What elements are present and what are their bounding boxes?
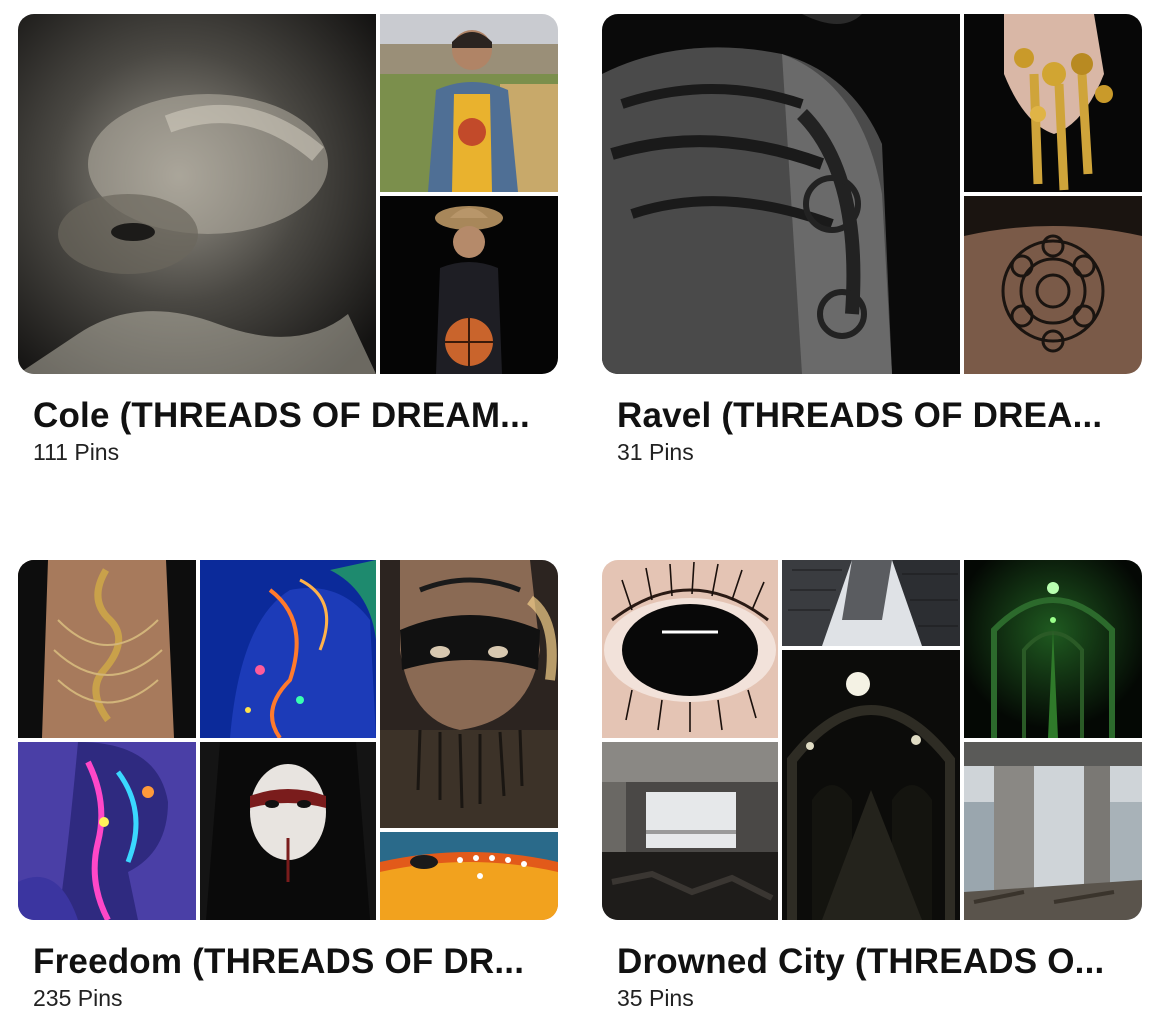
board-pin-count: 31 Pins xyxy=(617,439,694,465)
board-card-ravel[interactable]: Ravel (THREADS OF DREA... 31 Pins xyxy=(602,14,1142,465)
board-title[interactable]: Drowned City (THREADS O... xyxy=(617,942,1127,982)
board-cover-image-top-right xyxy=(380,14,558,192)
board-pin-count: 111 Pins xyxy=(33,439,120,465)
board-cover-image-3 xyxy=(964,560,1142,738)
board-cover-image-main xyxy=(18,14,376,374)
board-cover-image-6 xyxy=(964,742,1142,920)
board-cover[interactable] xyxy=(602,560,1142,920)
board-card-cole[interactable]: Cole (THREADS OF DREAM... 111 Pins xyxy=(18,14,558,465)
board-title[interactable]: Cole (THREADS OF DREAM... xyxy=(33,396,543,436)
board-cover-image-main xyxy=(602,14,960,374)
board-cover-image-4 xyxy=(18,742,196,920)
board-title[interactable]: Ravel (THREADS OF DREA... xyxy=(617,396,1127,436)
board-cover-image-bottom-right xyxy=(380,196,558,374)
board-cover-image-1 xyxy=(602,560,778,738)
board-title[interactable]: Freedom (THREADS OF DR... xyxy=(33,942,543,982)
board-cover-image-3 xyxy=(380,560,558,828)
board-cover-image-1 xyxy=(18,560,196,738)
board-cover[interactable] xyxy=(18,560,558,920)
board-cover[interactable] xyxy=(602,14,1142,374)
board-cover-image-5 xyxy=(200,742,376,920)
board-card-drowned-city[interactable]: Drowned City (THREADS O... 35 Pins xyxy=(602,560,1142,1011)
board-pin-count: 235 Pins xyxy=(33,985,123,1011)
board-cover-image-top-right xyxy=(964,14,1142,192)
board-cover-image-bottom-right xyxy=(964,196,1142,374)
board-pin-count: 35 Pins xyxy=(617,985,694,1011)
board-card-freedom[interactable]: Freedom (THREADS OF DR... 235 Pins xyxy=(18,560,558,1011)
board-cover-image-4 xyxy=(602,742,778,920)
board-cover-image-2 xyxy=(200,560,376,738)
board-cover-image-2 xyxy=(782,560,960,646)
board-cover-image-6 xyxy=(380,832,558,920)
board-cover[interactable] xyxy=(18,14,558,374)
board-cover-image-5 xyxy=(782,650,960,920)
